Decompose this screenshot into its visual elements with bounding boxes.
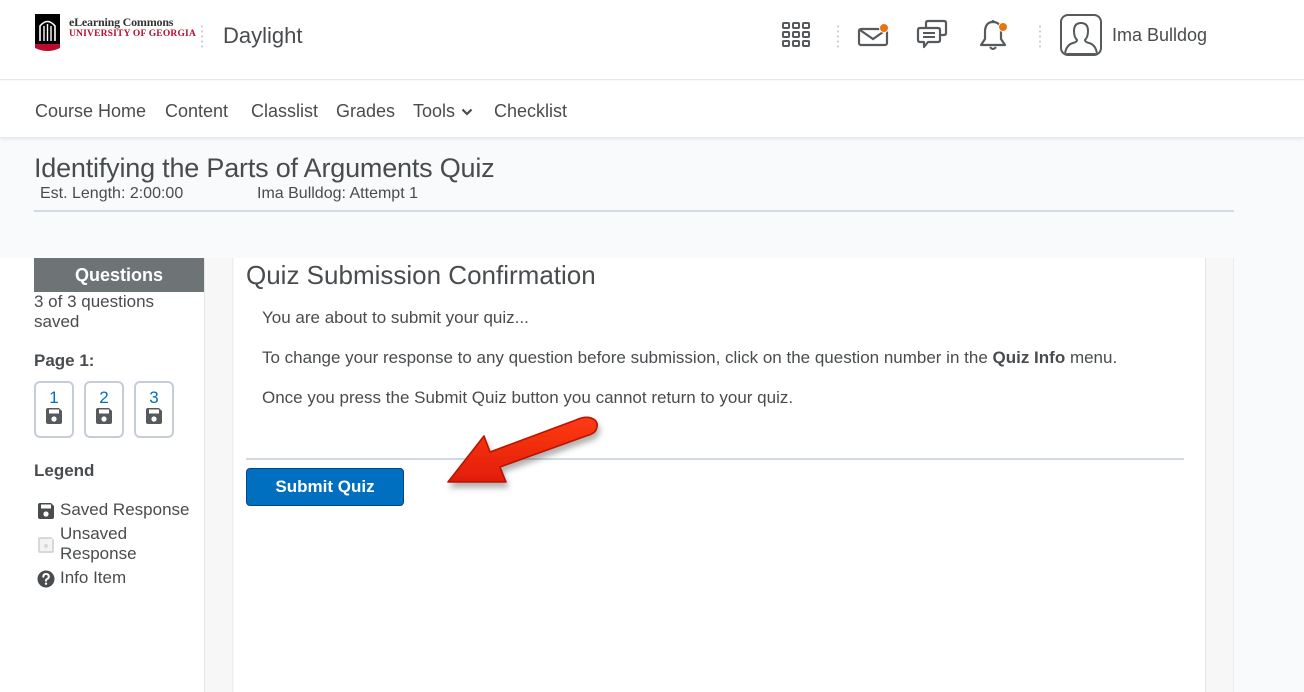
questions-header: Questions — [34, 258, 204, 292]
legend-label: Unsaved Response — [60, 524, 137, 563]
chat-icon — [916, 19, 948, 49]
est-length: Est. Length: 2:00:00 — [40, 185, 184, 202]
legend-item-unsaved: Unsaved Response — [37, 524, 197, 564]
info-item-icon — [37, 570, 55, 588]
apps-grid-icon — [782, 22, 810, 47]
user-name[interactable]: Ima Bulldog — [1112, 25, 1207, 46]
submission-confirmation-panel: Quiz Submission Confirmation You are abo… — [234, 258, 1205, 692]
logo-title: eLearning Commons — [69, 15, 174, 29]
question-number: 1 — [49, 388, 59, 407]
header-divider — [1039, 24, 1041, 48]
message-alerts-button[interactable] — [856, 18, 890, 52]
nav-tools[interactable]: Tools — [413, 101, 473, 122]
legend-label: Saved Response — [60, 500, 190, 519]
user-avatar-button[interactable] — [1060, 14, 1102, 56]
change-response-instructions: To change your response to any question … — [262, 348, 1117, 368]
page-label: Page 1: — [34, 351, 95, 370]
bell-notification-badge — [998, 22, 1008, 32]
nav-label: Course Home — [35, 101, 147, 121]
question-2-button[interactable]: 2 — [84, 381, 124, 438]
confirmation-intro: You are about to submit your quiz... — [262, 308, 529, 327]
submit-quiz-button[interactable]: Submit Quiz — [246, 468, 404, 506]
course-navbar: Course Home Content Classlist Grades Too… — [0, 81, 1304, 138]
apps-grid-button[interactable] — [779, 18, 813, 52]
legend-item-info: Info Item — [37, 568, 126, 588]
mail-notification-badge — [879, 23, 889, 33]
quiz-title: Identifying the Parts of Arguments Quiz — [34, 153, 495, 183]
uga-arch-icon — [35, 14, 60, 51]
question-3-button[interactable]: 3 — [134, 381, 174, 438]
update-alerts-button[interactable] — [976, 18, 1010, 52]
nav-content[interactable]: Content — [165, 101, 228, 122]
unsaved-response-icon — [38, 537, 54, 553]
legend-title: Legend — [34, 461, 95, 480]
logo-subtitle: UNIVERSITY OF GEORGIA — [69, 29, 197, 39]
nav-course-home[interactable]: Course Home — [35, 101, 146, 122]
title-divider — [34, 210, 1234, 212]
chevron-down-icon — [461, 108, 473, 116]
panel-divider — [246, 458, 1184, 460]
submission-warning: Once you press the Submit Quiz button yo… — [262, 388, 794, 407]
header-divider — [201, 24, 203, 48]
nav-grades[interactable]: Grades — [336, 101, 395, 122]
saved-response-icon — [96, 408, 112, 424]
question-number: 3 — [149, 388, 159, 407]
instruction-text: To change your response to any question … — [262, 348, 993, 367]
attempt-info: Ima Bulldog: Attempt 1 — [257, 185, 418, 202]
questions-saved-status: 3 of 3 questions saved — [34, 292, 155, 331]
nav-label: Grades — [336, 101, 396, 121]
saved-response-icon — [38, 503, 54, 519]
instruction-text: menu. — [1065, 348, 1118, 367]
question-number: 2 — [99, 388, 109, 407]
column-divider — [1205, 258, 1234, 692]
annotation-arrow-icon — [447, 416, 598, 483]
top-header: eLearning Commons UNIVERSITY OF GEORGIA … — [0, 0, 1304, 80]
legend-label: Info Item — [60, 568, 127, 587]
nav-label: Content — [165, 101, 229, 121]
saved-response-icon — [146, 408, 162, 424]
saved-response-icon — [46, 408, 62, 424]
user-silhouette-icon — [1063, 21, 1099, 54]
quiz-info-menu-reference: Quiz Info — [992, 348, 1066, 367]
legend-item-saved: Saved Response — [37, 500, 189, 520]
nav-classlist[interactable]: Classlist — [251, 101, 318, 122]
header-divider — [837, 24, 839, 48]
uga-elc-logo[interactable]: eLearning Commons UNIVERSITY OF GEORGIA — [35, 14, 196, 54]
nav-label: Tools — [413, 101, 456, 121]
column-divider — [204, 258, 233, 692]
subscription-alerts-button[interactable] — [915, 18, 949, 52]
confirmation-title: Quiz Submission Confirmation — [246, 260, 596, 290]
org-name[interactable]: Daylight — [223, 23, 302, 49]
quiz-info-sidebar: Questions 3 of 3 questions saved Page 1:… — [0, 258, 204, 692]
nav-label: Checklist — [494, 101, 568, 121]
question-1-button[interactable]: 1 — [34, 381, 74, 438]
nav-label: Classlist — [251, 101, 319, 121]
nav-checklist[interactable]: Checklist — [494, 101, 567, 122]
